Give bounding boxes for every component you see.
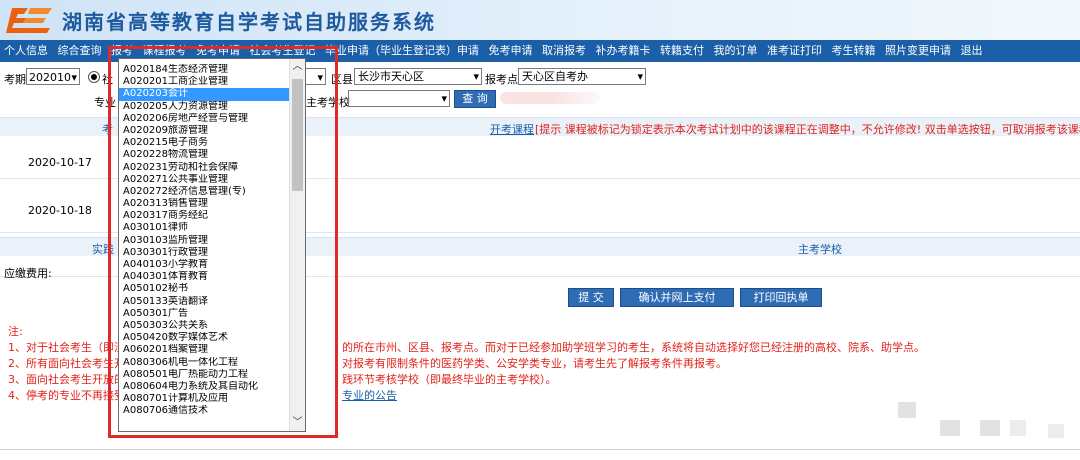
blurred-block — [980, 420, 1000, 436]
site-header: 湖南省高等教育自学考试自助服务系统 — [0, 0, 1080, 40]
note-line-right: 对报考有限制条件的医药学类、公安学类专业，请考生先了解报考条件再报考。 — [342, 357, 727, 370]
chevron-down-icon: ▾ — [473, 70, 479, 83]
blurred-block — [940, 420, 960, 436]
exam-date: 2020-10-18 — [28, 204, 92, 217]
announcement-link[interactable]: 专业的公告 — [342, 388, 925, 404]
period-select[interactable]: 202010 ▾ — [26, 68, 80, 85]
nav-item[interactable]: 退出 — [961, 40, 983, 62]
nav-item[interactable]: 毕业申请（毕业生登记表）申请 — [325, 40, 479, 62]
print-receipt-button[interactable]: 打印回执单 — [740, 288, 822, 307]
social-radio[interactable] — [88, 71, 100, 83]
nav-item[interactable]: 个人信息 — [4, 40, 48, 62]
chevron-down-icon: ▾ — [637, 70, 643, 83]
district-select[interactable]: 长沙市天心区 ▾ — [354, 68, 482, 85]
blurred-block — [898, 402, 916, 418]
highlight-box — [108, 46, 338, 438]
site-title: 湖南省高等教育自学考试自助服务系统 — [62, 10, 436, 34]
period-value: 202010 — [29, 71, 71, 84]
blurred-info — [500, 92, 600, 104]
chevron-down-icon: ▾ — [71, 71, 77, 84]
note-line-right: 的所在市州、区县、报考点。而对于已经参加助学班学习的考生，系统将自动选择好您已经… — [342, 341, 925, 354]
logo-icon — [6, 8, 52, 33]
exam-date: 2020-10-17 — [28, 156, 92, 169]
blurred-block — [1048, 424, 1064, 438]
period-label: 考期 — [4, 73, 26, 86]
main-school-label: 主考学校 — [798, 243, 842, 256]
center-label: 报考点 — [485, 73, 518, 86]
nav-item[interactable]: 综合查询 — [58, 40, 102, 62]
nav-item[interactable]: 补办考籍卡 — [596, 40, 651, 62]
open-courses-link[interactable]: 开考课程 — [490, 121, 534, 137]
hint-text: [提示 课程被标记为锁定表示本次考试计划中的该课程正在调整中，不允许修改! 双击… — [535, 123, 1080, 136]
nav-item[interactable]: 免考申请 — [489, 40, 533, 62]
nav-item[interactable]: 考生转籍 — [832, 40, 876, 62]
submit-button[interactable]: 提 交 — [568, 288, 614, 307]
nav-item[interactable]: 取消报考 — [542, 40, 586, 62]
nav-item[interactable]: 我的订单 — [714, 40, 758, 62]
nav-item[interactable]: 照片变更申请 — [885, 40, 951, 62]
nav-item[interactable]: 转籍支付 — [660, 40, 704, 62]
note-line-right: 践环节考核学校（即最终毕业的主考学校）。 — [342, 373, 557, 386]
notes-right-block: 的所在市州、区县、报考点。而对于已经参加助学班学习的考生，系统将自动选择好您已经… — [342, 340, 925, 404]
confirm-pay-button[interactable]: 确认并网上支付 — [620, 288, 734, 307]
bottom-divider — [0, 449, 1080, 450]
fee-label: 应缴费用: — [4, 267, 52, 280]
center-value: 天心区自考办 — [522, 70, 588, 83]
district-value: 长沙市天心区 — [358, 70, 424, 83]
center-select[interactable]: 天心区自考办 ▾ — [518, 68, 646, 85]
nav-item[interactable]: 准考证打印 — [767, 40, 822, 62]
school-select[interactable]: ▾ — [348, 90, 450, 107]
chevron-down-icon: ▾ — [441, 92, 447, 105]
blurred-block — [1010, 420, 1026, 436]
query-button[interactable]: 查 询 — [454, 90, 496, 108]
